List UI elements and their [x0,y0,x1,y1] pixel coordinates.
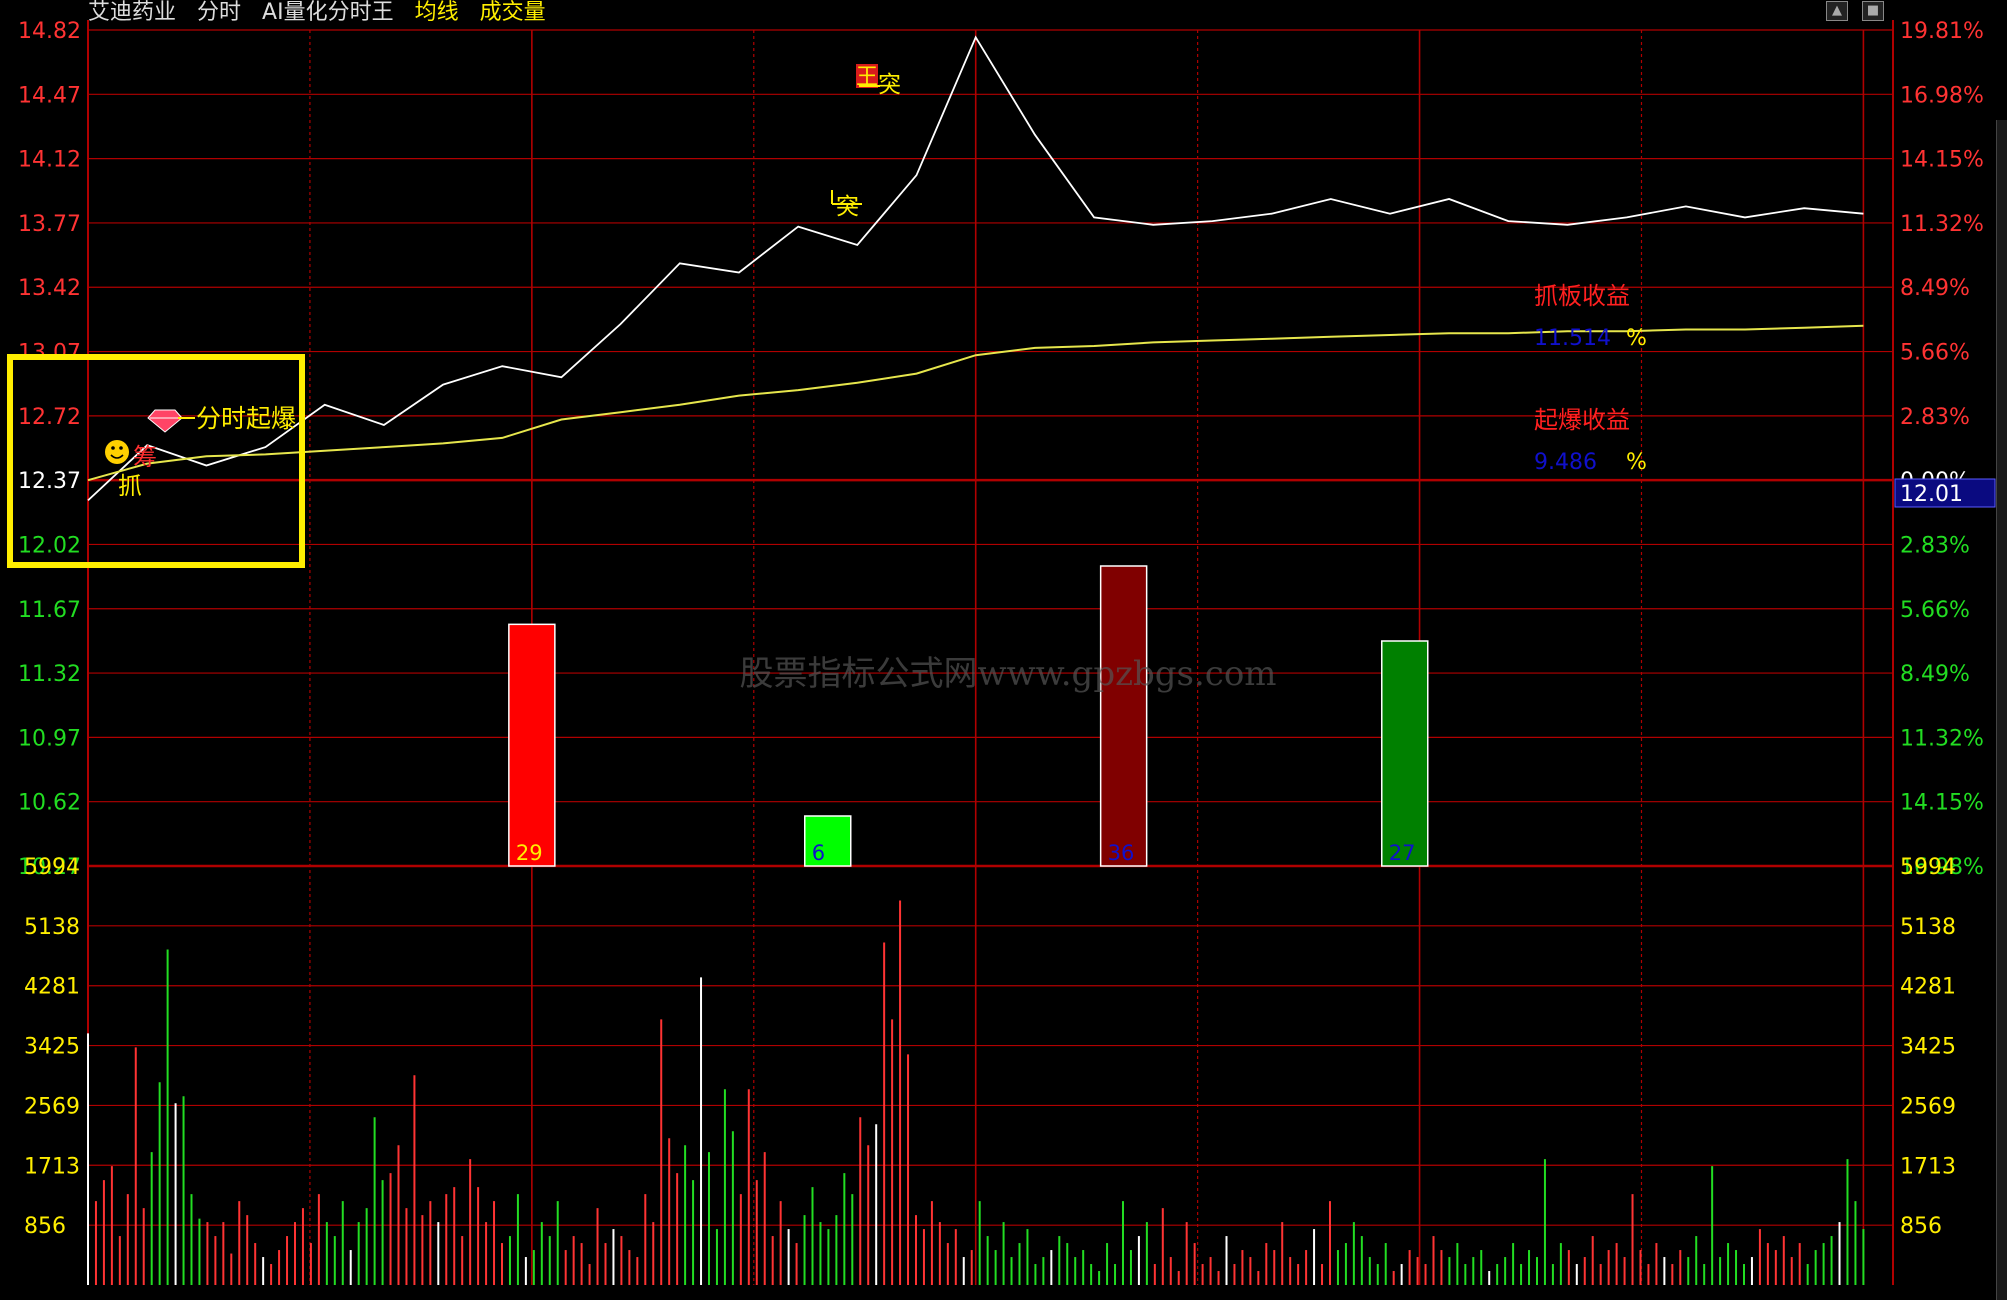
chou-label: 筹 [133,443,157,471]
percent-tick-label: 11.32% [1900,726,1984,751]
qi-bao-label: 起爆收益 [1534,406,1630,434]
intraday-chart[interactable]: 14.82 14.47 14.12 13.77 13.42 13.07 12.72 12.37… [0,0,2007,1295]
watermark: 股票指标公式网www.gpzbgs.com [739,654,1276,694]
smiley-icon [105,440,129,464]
signal-bar [1099,565,1148,867]
stock-name: 艾迪药业 [88,0,177,25]
volume-tick-label-right: 4281 [1900,975,1956,1000]
window-icon[interactable]: ■ [1862,1,1884,21]
volume-tick-label-right: 856 [1900,1214,1942,1239]
percent-tick-label: 2.83% [1900,405,1970,430]
chart-grid [87,20,1894,1285]
price-tick-label: 14.82 [18,19,81,44]
percent-tick-label: 14.15% [1900,148,1984,173]
percent-tick-label: 19.81% [1900,19,1984,44]
right-scrollbar[interactable] [1996,120,2007,1300]
price-tick-label: 13.07 [18,341,81,366]
volume-tick-label-right: 2569 [1900,1094,1956,1119]
mode-label: 分时 [197,0,242,25]
highlight-label: 分时起爆 [196,404,296,433]
zhua-label: 抓 [118,472,142,500]
signal-bar [1381,640,1429,867]
volume-tick-label-right: 5138 [1900,915,1956,940]
signal-bars: 29 6 36 27 [508,565,1429,867]
tu-label-1: 突 [836,194,859,220]
percent-tick-label: 5.66% [1900,341,1970,366]
signal-bar-label: 36 [1108,841,1135,865]
signal-bar [508,623,556,867]
percent-tick-label: 2.83% [1900,533,1970,558]
tu-label-2: 突 [878,72,901,98]
avg-line-label: 均线 [414,0,459,25]
price-tick-label: 14.47 [18,83,81,108]
volume-tick-label: 2569 [24,1094,80,1119]
volume-tick-label: 3425 [24,1035,80,1060]
price-tick-label: 12.72 [18,405,81,430]
percent-tick-label: 8.49% [1900,662,1970,687]
left-price-axis: 14.82 14.47 14.12 13.77 13.42 13.07 12.72 12.37… [18,19,81,1239]
price-tick-label: 11.32 [18,662,81,687]
price-tick-label: 12.02 [18,533,81,558]
percent-tick-label: 8.49% [1900,276,1970,301]
signal-bar-label: 29 [516,841,543,865]
diamond-gem-icon [147,409,183,433]
volume-label: 成交量 [479,0,546,25]
price-tick-label: 12.37 [18,469,81,494]
qi-bao-pct: % [1626,450,1647,475]
volume-tick-label-right: 3425 [1900,1035,1956,1060]
price-tag: 12.01 [1900,482,1963,507]
price-tick-label: 13.42 [18,276,81,301]
volume-tick-label-right: 1713 [1900,1154,1956,1179]
price-tick-label: 14.12 [18,148,81,173]
volume-tick-label: 1713 [24,1154,80,1179]
indicator-name: AI量化分时王 [262,0,394,25]
volume-tick-label: 4281 [24,975,80,1000]
price-tick-label: 10.62 [18,791,81,816]
restore-icon[interactable]: ▲ [1826,1,1848,21]
price-tick-label: 11.67 [18,598,81,623]
zhua-ban-pct: % [1626,326,1647,351]
volume-tick-label: 5138 [24,915,80,940]
percent-tick-label: 5.66% [1900,598,1970,623]
zhua-ban-value: 11.514 [1534,326,1611,351]
price-tick-label: 13.77 [18,212,81,237]
qi-bao-value: 9.486 [1534,450,1597,475]
right-percent-axis: 19.81%16.98%14.15%11.32%8.49%5.66%2.83%0… [1900,19,1984,1239]
volume-tick-label: 856 [24,1214,66,1239]
percent-tick-label: 16.98% [1900,83,1984,108]
volume-tick-label-right: 5994 [1900,855,1956,880]
percent-tick-label: 14.15% [1900,791,1984,816]
chart-header: 艾迪药业 分时 AI量化分时王 均线 成交量 [88,0,560,26]
price-tick-label: 10.97 [18,726,81,751]
percent-tick-label: 11.32% [1900,212,1984,237]
signal-bar-label: 6 [812,841,825,865]
volume-tick-label: 5994 [24,855,80,880]
zhua-ban-label: 抓板收益 [1534,282,1630,310]
signal-bar-label: 27 [1389,841,1416,865]
